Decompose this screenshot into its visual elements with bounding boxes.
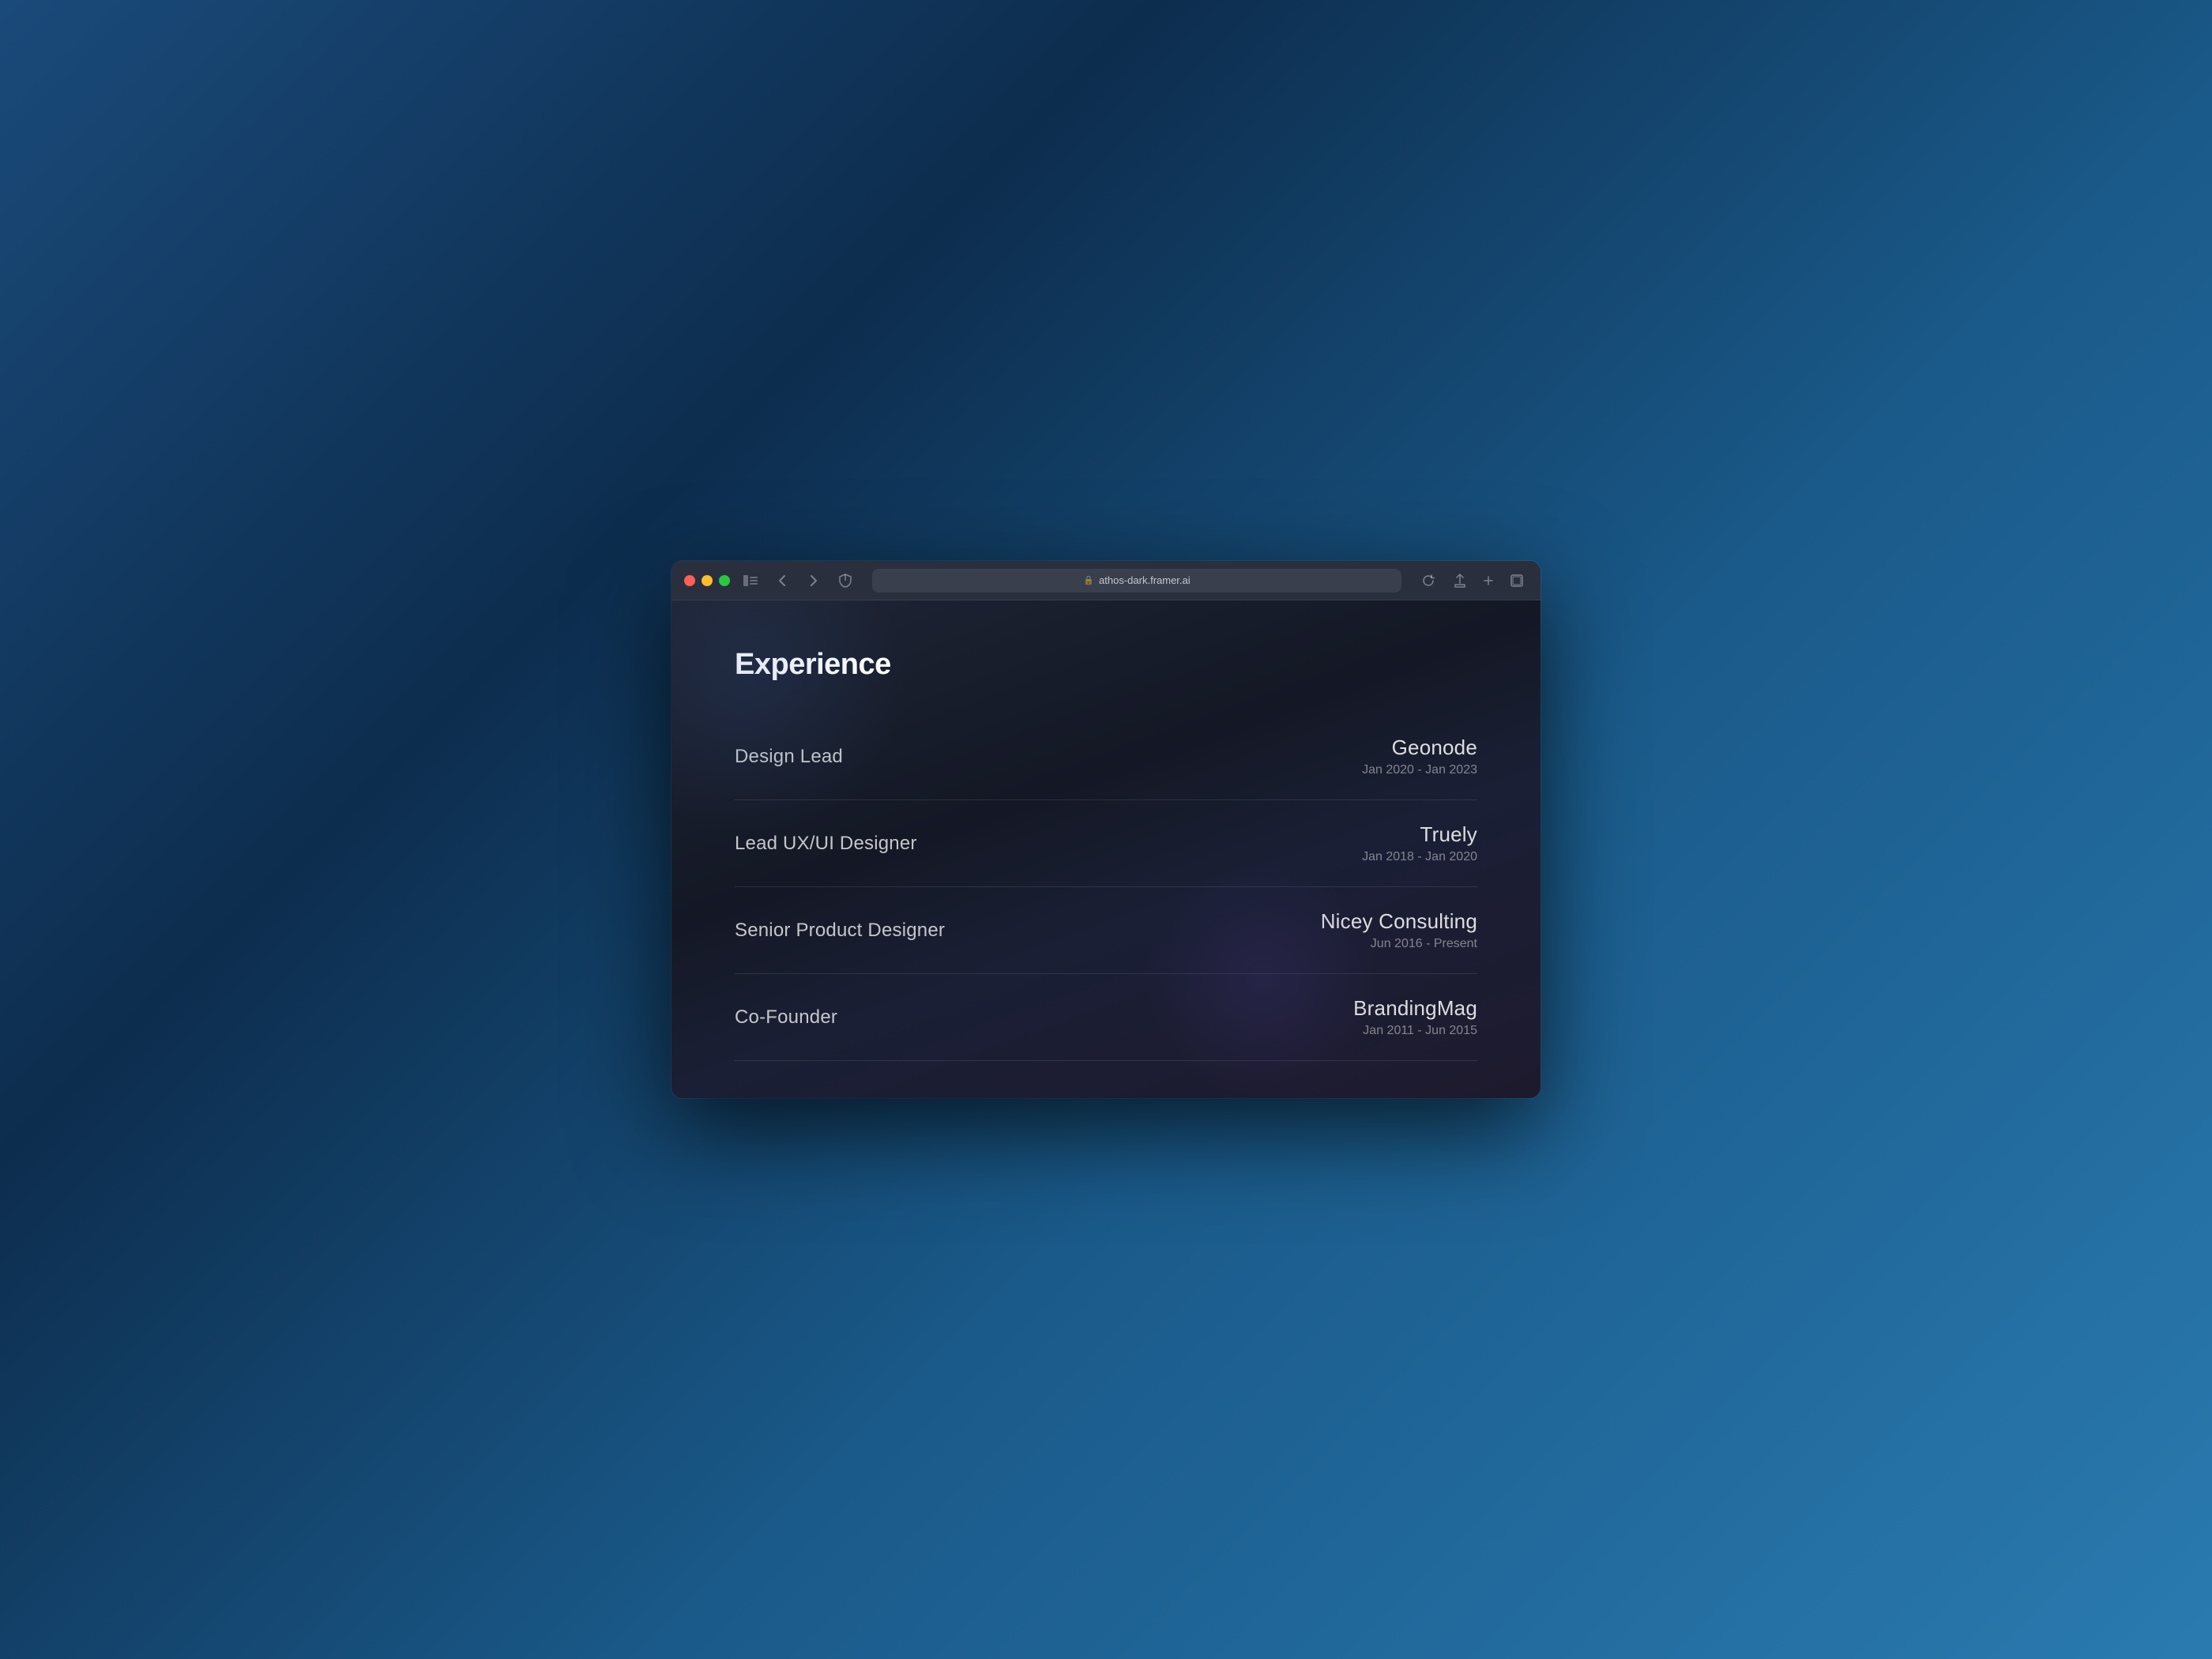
- date-range-1: Jan 2020 - Jan 2023: [1362, 763, 1477, 777]
- experience-item-2: Lead UX/UI Designer Truely Jan 2018 - Ja…: [735, 800, 1477, 887]
- traffic-lights: [684, 575, 730, 586]
- job-title-2: Lead UX/UI Designer: [735, 833, 917, 855]
- company-name-4: BrandingMag: [1353, 996, 1477, 1021]
- date-range-3: Jun 2016 - Present: [1321, 937, 1477, 951]
- section-title: Experience: [735, 648, 1477, 682]
- experience-item-4: Co-Founder BrandingMag Jan 2011 - Jun 20…: [735, 974, 1477, 1061]
- experience-item-1: Design Lead Geonode Jan 2020 - Jan 2023: [735, 713, 1477, 800]
- shield-icon: [834, 570, 856, 592]
- share-button[interactable]: [1449, 570, 1471, 592]
- job-title-3: Senior Product Designer: [735, 920, 945, 942]
- company-name-2: Truely: [1362, 822, 1477, 847]
- close-button[interactable]: [684, 575, 695, 586]
- company-info-4: BrandingMag Jan 2011 - Jun 2015: [1353, 996, 1477, 1038]
- experience-item-3: Senior Product Designer Nicey Consulting…: [735, 887, 1477, 974]
- job-title-1: Design Lead: [735, 746, 843, 768]
- browser-actions: [1449, 570, 1528, 592]
- sidebar-toggle-button[interactable]: [739, 570, 762, 592]
- company-info-3: Nicey Consulting Jun 2016 - Present: [1321, 909, 1477, 951]
- address-bar[interactable]: 🔒 athos-dark.framer.ai: [872, 569, 1401, 592]
- date-range-2: Jan 2018 - Jan 2020: [1362, 850, 1477, 864]
- back-button[interactable]: [771, 570, 793, 592]
- maximize-button[interactable]: [719, 575, 730, 586]
- lock-icon: 🔒: [1083, 575, 1094, 585]
- tabs-button[interactable]: [1506, 570, 1528, 592]
- company-info-1: Geonode Jan 2020 - Jan 2023: [1362, 735, 1477, 777]
- experience-list: Design Lead Geonode Jan 2020 - Jan 2023 …: [735, 713, 1477, 1061]
- browser-content: Experience Design Lead Geonode Jan 2020 …: [672, 600, 1540, 1098]
- company-name-1: Geonode: [1362, 735, 1477, 760]
- new-tab-button[interactable]: [1477, 570, 1499, 592]
- minimize-button[interactable]: [702, 575, 713, 586]
- company-info-2: Truely Jan 2018 - Jan 2020: [1362, 822, 1477, 864]
- reload-button[interactable]: [1417, 570, 1439, 592]
- forward-button[interactable]: [803, 570, 825, 592]
- company-name-3: Nicey Consulting: [1321, 909, 1477, 934]
- job-title-4: Co-Founder: [735, 1006, 837, 1029]
- date-range-4: Jan 2011 - Jun 2015: [1353, 1024, 1477, 1038]
- url-text: athos-dark.framer.ai: [1099, 574, 1191, 586]
- browser-window: 🔒 athos-dark.framer.ai: [672, 561, 1540, 1098]
- browser-chrome: 🔒 athos-dark.framer.ai: [672, 561, 1540, 600]
